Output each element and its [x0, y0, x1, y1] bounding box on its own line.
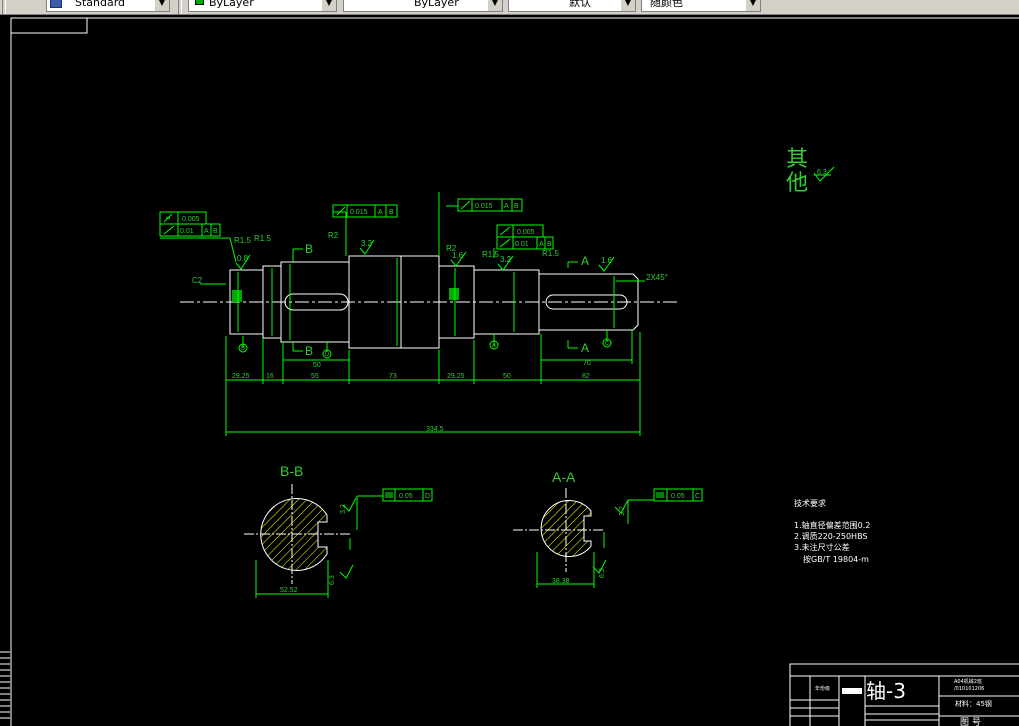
dim-text: 82	[582, 373, 590, 380]
tech-req-line: 1.轴直径偏差范围0.2	[794, 520, 870, 530]
radius-label: R1.5	[254, 234, 271, 243]
color-swatch	[195, 0, 204, 5]
text-style-value: Standard	[75, 0, 126, 9]
properties-toolbar: Standard ▼ ByLayer ▼ ByLayer ▼ 默认 ▼ 随颜色 …	[0, 0, 1019, 15]
tol-value: 0.01	[515, 241, 529, 248]
tol-datum: B	[514, 203, 519, 210]
dim-text: 16	[266, 373, 274, 380]
layer-color-combo[interactable]: ByLayer ▼	[188, 0, 337, 12]
tol-datum: B	[389, 209, 394, 216]
dim-text: 50	[503, 373, 511, 380]
tol-value: 0.005	[517, 229, 535, 236]
roughness-note-line2: 他	[786, 171, 808, 196]
datum-label: B	[241, 346, 245, 352]
chamfer-label: C2	[192, 276, 203, 285]
dim-text: 50	[313, 362, 321, 369]
radius-label: R1.5	[542, 249, 559, 258]
tol-datum: A	[378, 209, 383, 216]
tech-req-title: 技术要求	[794, 498, 826, 508]
chamfer-label: 2X45°	[646, 273, 668, 282]
roughness-note-line1: 其	[786, 147, 808, 172]
section-bb-dim: 52.52	[280, 587, 298, 594]
tol-datum: A	[504, 203, 509, 210]
roughness-label: 0.8	[237, 254, 249, 263]
school-label: A04机械2班	[954, 678, 982, 685]
dim-text: 55	[311, 373, 319, 380]
chevron-down-icon[interactable]: ▼	[745, 0, 760, 11]
tol-value: 0.015	[350, 209, 368, 216]
tech-req-line: 3.未注尺寸公差	[794, 542, 850, 552]
chevron-down-icon[interactable]: ▼	[154, 0, 169, 11]
section-aa-rough: 3.2	[619, 506, 626, 516]
tol-value: 0.005	[182, 216, 200, 223]
tol-value: 0.05	[399, 493, 413, 500]
tol-value: 0.05	[671, 493, 685, 500]
title-block-fill	[842, 688, 862, 694]
section-bb-rough: 3.2	[340, 504, 347, 514]
roughness-label: 3.2	[361, 239, 373, 248]
datum-label: C	[605, 341, 610, 347]
lineweight-combo[interactable]: 默认 ▼	[508, 0, 636, 12]
tech-req-line: 按GB/T 19804-m	[803, 554, 869, 564]
tol-datum: A	[539, 241, 544, 248]
drawing-canvas[interactable]: 29.25 16 55 73 29.25 50 82 50 70 334.5 B…	[0, 15, 1019, 726]
material-label: 材料：45钢	[955, 699, 992, 708]
bearing-mark	[232, 290, 242, 302]
text-style-icon	[50, 0, 62, 8]
layer-color-value: ByLayer	[209, 0, 254, 9]
toolbar-separator	[178, 0, 182, 14]
section-mark: A	[581, 254, 589, 268]
chevron-down-icon[interactable]: ▼	[620, 0, 635, 11]
dim-text: 73	[389, 373, 397, 380]
plot-style-value: 随颜色	[650, 0, 683, 9]
section-mark: B	[305, 344, 313, 358]
linetype-combo[interactable]: ByLayer ▼	[343, 0, 503, 12]
section-bb-title: B-B	[280, 463, 303, 479]
roughness-label: 1.6	[452, 251, 464, 260]
tol-datum: A	[204, 228, 209, 235]
tol-datum: B	[213, 228, 218, 235]
text-style-combo[interactable]: Standard ▼	[46, 0, 170, 12]
chevron-down-icon[interactable]: ▼	[487, 0, 502, 11]
dim-text: 29.25	[232, 373, 250, 380]
section-bb-rough: 6.3	[329, 575, 336, 585]
tech-req-line: 2.调质220-250HBS	[794, 531, 868, 541]
dim-text: 70	[583, 360, 591, 367]
datum-label: D	[325, 352, 330, 358]
datum-label: A	[492, 343, 496, 349]
tol-datum: C	[695, 493, 700, 500]
roughness-note-value: 6.3	[817, 169, 827, 176]
toolbar-separator	[2, 0, 6, 14]
section-aa-dim: 38.38	[552, 578, 570, 585]
section-aa-title: A-A	[552, 469, 576, 485]
tol-value: 0.01	[180, 228, 194, 235]
dim-text: 334.5	[426, 426, 444, 433]
part-name: 轴-3	[866, 679, 906, 703]
radius-label: R1.5	[482, 250, 499, 259]
bearing-mark	[449, 288, 459, 300]
section-mark: B	[305, 242, 313, 256]
plot-style-combo[interactable]: 随颜色 ▼	[641, 0, 761, 12]
tol-datum: D	[425, 493, 430, 500]
title-block-label: 年份级	[815, 685, 830, 692]
section-mark: A	[581, 341, 589, 355]
radius-label: R1.5	[234, 236, 251, 245]
drawing-number: 图 号	[960, 717, 981, 726]
chevron-down-icon[interactable]: ▼	[321, 0, 336, 11]
section-aa-rough: 6.3	[599, 568, 606, 578]
student-id: /010101206	[954, 686, 984, 692]
dim-text: 29.25	[447, 373, 465, 380]
tol-datum: B	[547, 241, 552, 248]
tol-value: 0.015	[475, 203, 493, 210]
lineweight-value: 默认	[569, 0, 591, 9]
radius-label: R2	[328, 231, 339, 240]
linetype-value: ByLayer	[414, 0, 459, 9]
